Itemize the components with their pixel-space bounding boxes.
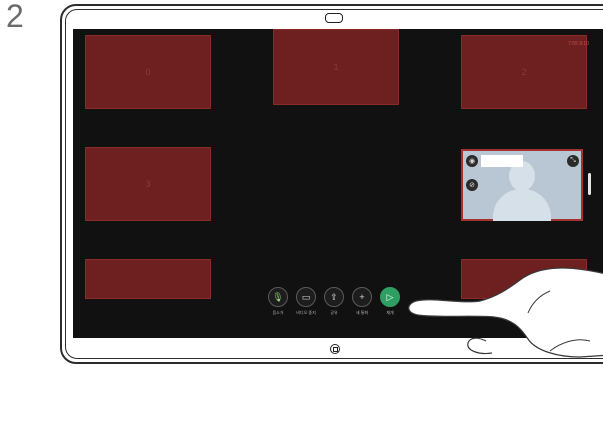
call-timer: 7:55 9:10 — [568, 41, 589, 47]
step-number: 2 — [6, 0, 24, 34]
resume-button[interactable]: ▷ 재개 — [379, 287, 401, 316]
share-label: 공유 — [330, 310, 338, 315]
participant-tile[interactable]: 3 — [85, 147, 211, 221]
mute-icon[interactable]: ⊘ — [466, 179, 478, 191]
tile-label: 3 — [145, 179, 151, 189]
stop-video-label: 비디오 중지 — [296, 310, 316, 315]
minimize-icon[interactable]: ⤡ — [567, 155, 579, 167]
resume-label: 재개 — [386, 310, 394, 315]
mute-button[interactable]: 🎙 음소거 — [267, 287, 289, 316]
play-icon: ▷ — [380, 287, 400, 307]
tile-label: 2 — [521, 67, 527, 77]
new-call-label: 새 통화 — [355, 310, 369, 315]
mute-label: 음소거 — [272, 310, 284, 315]
tile-label: 0 — [145, 67, 151, 77]
share-icon: ⇪ — [324, 287, 344, 307]
new-call-button[interactable]: + 새 통화 — [351, 287, 373, 316]
person-body-shape — [493, 189, 551, 221]
stop-video-button[interactable]: ▭ 비디오 중지 — [295, 287, 317, 316]
camera-switch-icon[interactable]: ◉ — [466, 155, 478, 167]
self-view-notification — [481, 155, 523, 167]
drawer-handle[interactable] — [588, 173, 591, 195]
self-view[interactable]: ◉ ⊘ ⤡ — [461, 149, 583, 221]
hand-pointer-icon — [408, 267, 603, 358]
home-button[interactable] — [330, 344, 340, 354]
tile-label: 1 — [333, 62, 339, 72]
share-button[interactable]: ⇪ 공유 — [323, 287, 345, 316]
microphone-icon: 🎙 — [268, 287, 288, 307]
participant-tile[interactable]: 0 — [85, 35, 211, 109]
front-camera-icon — [325, 13, 343, 23]
participant-tile[interactable]: 1 — [273, 29, 399, 105]
participant-tile[interactable] — [85, 259, 211, 299]
call-controls: 🎙 음소거 ▭ 비디오 중지 ⇪ 공유 + 새 통화 ▷ 재개 — [267, 287, 407, 327]
video-camera-icon: ▭ — [296, 287, 316, 307]
plus-icon: + — [352, 287, 372, 307]
